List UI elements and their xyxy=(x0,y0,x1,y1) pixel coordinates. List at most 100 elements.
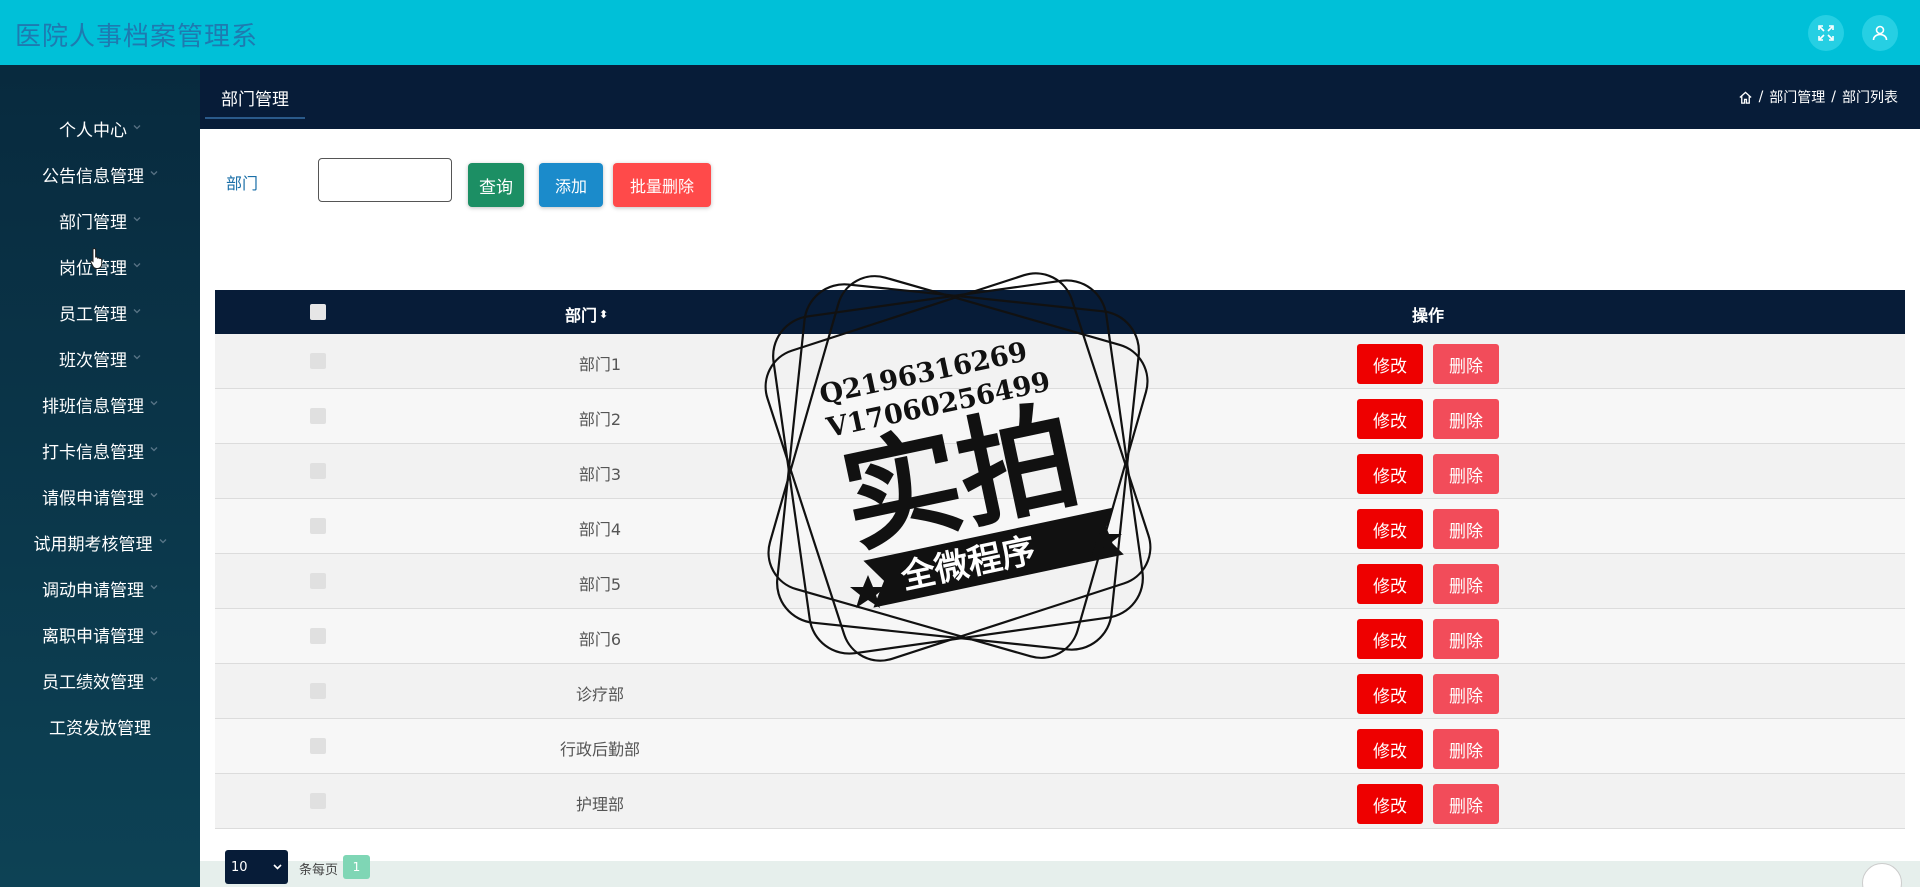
row-checkbox[interactable] xyxy=(310,793,326,809)
fullscreen-button[interactable] xyxy=(1808,15,1844,51)
sort-icon[interactable]: ⬍ xyxy=(599,308,608,321)
sidebar-item-label: 调动申请管理 xyxy=(42,580,144,601)
breadcrumb-item-department-management[interactable]: 部门管理 xyxy=(1769,87,1825,107)
breadcrumb-item-department-list: 部门列表 xyxy=(1842,90,1898,106)
table-row: 护理部 修改 删除 xyxy=(215,774,1905,829)
edit-button[interactable]: 修改 xyxy=(1357,729,1423,769)
department-cell: 部门4 xyxy=(578,520,622,539)
row-checkbox[interactable] xyxy=(310,463,326,479)
sub-header: 部门管理 / 部门管理 / 部门列表 xyxy=(200,65,1920,129)
sidebar-item-schedule[interactable]: 排班信息管理 xyxy=(0,384,200,424)
sidebar-item-label: 请假申请管理 xyxy=(42,488,144,509)
column-header-department[interactable]: 部门 ⬍ xyxy=(565,302,608,326)
sidebar-item-leave[interactable]: 请假申请管理 xyxy=(0,476,200,516)
row-checkbox[interactable] xyxy=(310,738,326,754)
sidebar-item-label: 离职申请管理 xyxy=(42,626,144,647)
row-checkbox[interactable] xyxy=(310,408,326,424)
table-row: 部门1 修改 删除 xyxy=(215,334,1905,389)
department-cell: 行政后勤部 xyxy=(559,740,640,759)
main-area: 部门管理 / 部门管理 / 部门列表 部门 查询 添加 批量删除 部门 ⬍ 操作 xyxy=(200,65,1920,887)
chevron-down-icon xyxy=(150,677,158,682)
delete-button[interactable]: 删除 xyxy=(1433,454,1499,494)
table-row: 部门4 修改 删除 xyxy=(215,499,1905,554)
edit-button[interactable]: 修改 xyxy=(1357,509,1423,549)
delete-button[interactable]: 删除 xyxy=(1433,399,1499,439)
edit-button[interactable]: 修改 xyxy=(1357,619,1423,659)
row-checkbox[interactable] xyxy=(310,353,326,369)
delete-button[interactable]: 删除 xyxy=(1433,344,1499,384)
user-button[interactable] xyxy=(1862,15,1898,51)
department-cell: 护理部 xyxy=(575,795,624,814)
edit-button[interactable]: 修改 xyxy=(1357,784,1423,824)
edit-button[interactable]: 修改 xyxy=(1357,344,1423,384)
sidebar-item-resignation[interactable]: 离职申请管理 xyxy=(0,614,200,654)
department-search-label: 部门 xyxy=(226,174,259,193)
row-checkbox[interactable] xyxy=(310,573,326,589)
department-table: 部门 ⬍ 操作 部门1 修改 删除 部门2 修改 删除 部门3 修改 删除 部门4 修改 删除 … xyxy=(215,290,1905,829)
department-cell: 部门2 xyxy=(578,410,622,429)
sidebar-item-personal-center[interactable]: 个人中心 xyxy=(0,108,200,148)
delete-button[interactable]: 删除 xyxy=(1433,729,1499,769)
tab-department-management[interactable]: 部门管理 xyxy=(205,77,305,119)
sidebar-item-announcement[interactable]: 公告信息管理 xyxy=(0,154,200,194)
sidebar-item-probation[interactable]: 试用期考核管理 xyxy=(0,522,200,562)
sidebar-item-label: 员工绩效管理 xyxy=(42,672,144,693)
sidebar-item-performance[interactable]: 员工绩效管理 xyxy=(0,660,200,700)
chevron-down-icon xyxy=(133,309,141,314)
table-header: 部门 ⬍ 操作 xyxy=(215,290,1905,334)
sidebar-item-clock-in[interactable]: 打卡信息管理 xyxy=(0,430,200,470)
add-button[interactable]: 添加 xyxy=(539,163,603,207)
table-row: 诊疗部 修改 删除 xyxy=(215,664,1905,719)
edit-button[interactable]: 修改 xyxy=(1357,399,1423,439)
table-row: 行政后勤部 修改 删除 xyxy=(215,719,1905,774)
row-checkbox[interactable] xyxy=(310,683,326,699)
page-size-select[interactable]: 10 xyxy=(225,850,288,884)
table-row: 部门2 修改 删除 xyxy=(215,389,1905,444)
chevron-down-icon xyxy=(150,171,158,176)
edit-button[interactable]: 修改 xyxy=(1357,674,1423,714)
row-checkbox[interactable] xyxy=(310,628,326,644)
hand-cursor-icon xyxy=(90,247,103,269)
chevron-down-icon xyxy=(133,355,141,360)
back-to-top-button[interactable] xyxy=(1862,863,1902,887)
breadcrumb-separator: / xyxy=(1758,89,1764,105)
sidebar-item-department[interactable]: 部门管理 xyxy=(0,200,200,240)
sidebar-item-transfer[interactable]: 调动申请管理 xyxy=(0,568,200,608)
sidebar-item-label: 公告信息管理 xyxy=(42,166,144,187)
delete-button[interactable]: 删除 xyxy=(1433,784,1499,824)
edit-button[interactable]: 修改 xyxy=(1357,454,1423,494)
user-icon xyxy=(1872,25,1888,41)
page-number-button[interactable]: 1 xyxy=(343,855,370,879)
query-button[interactable]: 查询 xyxy=(468,163,524,207)
chevron-down-icon xyxy=(150,447,158,452)
chevron-down-icon xyxy=(133,217,141,222)
content-panel: 部门 查询 添加 批量删除 部门 ⬍ 操作 部门1 修改 删除 部门2 修改 删除 部门… xyxy=(200,129,1920,884)
sidebar-item-label: 排班信息管理 xyxy=(42,396,144,417)
sidebar-item-label: 工资发放管理 xyxy=(49,718,151,739)
department-cell: 部门6 xyxy=(578,630,622,649)
delete-button[interactable]: 删除 xyxy=(1433,564,1499,604)
chevron-down-icon xyxy=(133,125,141,130)
delete-button[interactable]: 删除 xyxy=(1433,509,1499,549)
batch-delete-button[interactable]: 批量删除 xyxy=(613,163,711,207)
chevron-down-icon xyxy=(159,539,166,544)
chevron-down-icon xyxy=(273,864,282,870)
sidebar-item-employee[interactable]: 员工管理 xyxy=(0,292,200,332)
department-search-input[interactable] xyxy=(318,158,452,202)
chevron-down-icon xyxy=(133,263,141,268)
department-cell: 诊疗部 xyxy=(575,685,624,704)
delete-button[interactable]: 删除 xyxy=(1433,674,1499,714)
chevron-down-icon xyxy=(150,401,158,406)
sidebar-item-salary[interactable]: 工资发放管理 xyxy=(0,706,200,746)
row-checkbox[interactable] xyxy=(310,518,326,534)
edit-button[interactable]: 修改 xyxy=(1357,564,1423,604)
department-cell: 部门1 xyxy=(578,355,622,374)
delete-button[interactable]: 删除 xyxy=(1433,619,1499,659)
app-title: 医院人事档案管理系 xyxy=(15,22,259,52)
chevron-down-icon xyxy=(150,493,158,498)
sidebar-item-shift[interactable]: 班次管理 xyxy=(0,338,200,378)
sidebar-item-label: 员工管理 xyxy=(59,304,127,325)
table-row: 部门6 修改 删除 xyxy=(215,609,1905,664)
home-icon[interactable] xyxy=(1738,90,1753,105)
select-all-checkbox[interactable] xyxy=(310,304,326,320)
